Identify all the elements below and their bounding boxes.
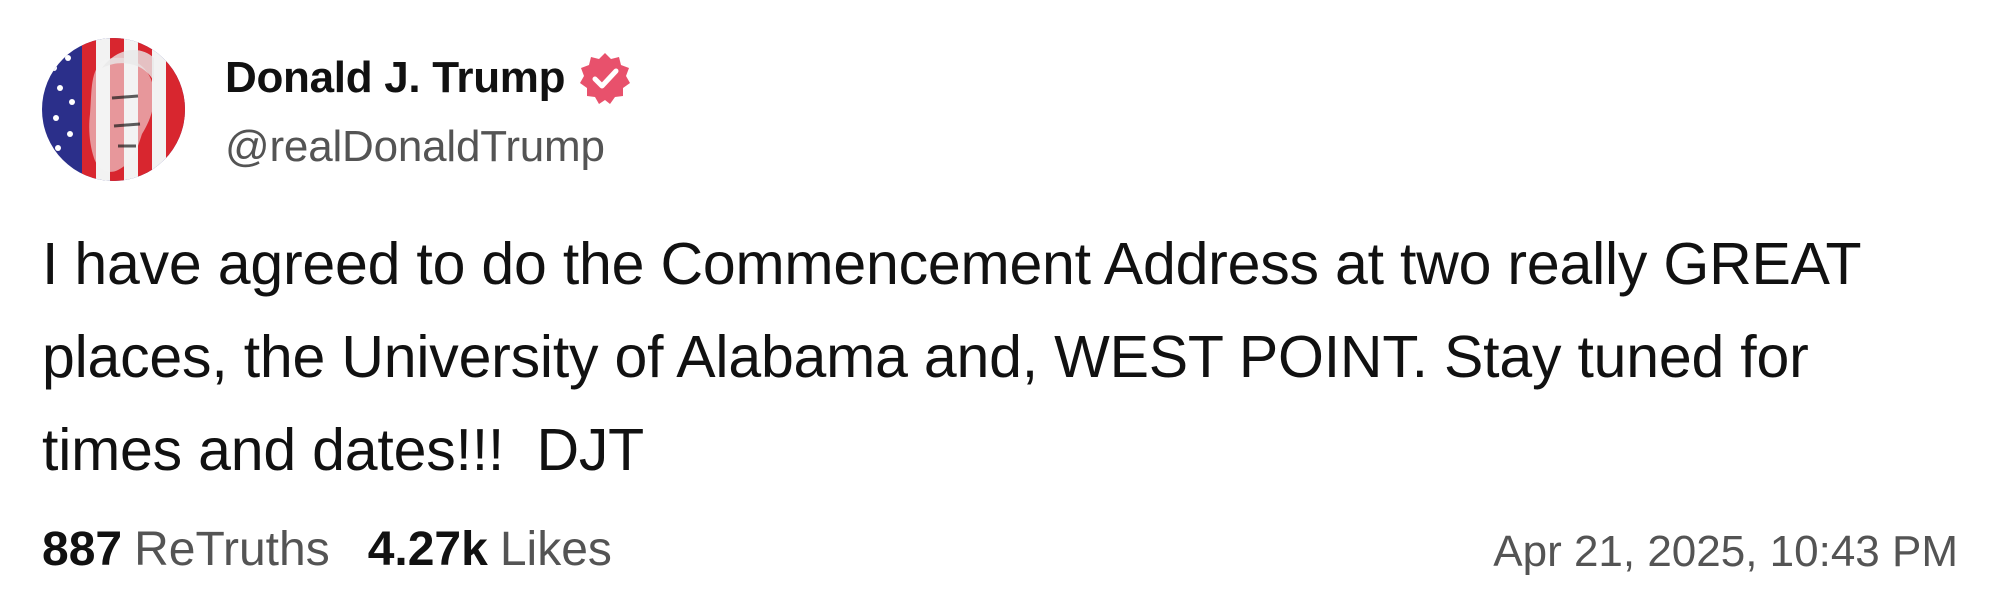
truth-post: Donald J. Trump @realDonaldTrump I have … [0, 0, 2000, 602]
author-name-row: Donald J. Trump [225, 50, 633, 106]
verified-badge-icon [577, 50, 633, 106]
avatar-image [42, 38, 185, 181]
author-display-name[interactable]: Donald J. Trump [225, 53, 566, 103]
likes-count: 4.27k [367, 523, 488, 576]
author-avatar[interactable] [42, 38, 185, 181]
post-timestamp[interactable]: Apr 21, 2025, 10:43 PM [1493, 527, 1958, 577]
post-stats: 887 ReTruths 4.27k Likes [42, 522, 612, 577]
retruths-stat[interactable]: 887 ReTruths [42, 522, 330, 577]
post-body-text: I have agreed to do the Commencement Add… [42, 231, 1877, 483]
likes-label: Likes [499, 523, 612, 576]
retruths-count: 887 [42, 523, 123, 576]
likes-stat[interactable]: 4.27k Likes [368, 522, 612, 577]
author-handle[interactable]: @realDonaldTrump [225, 122, 605, 172]
retruths-label: ReTruths [134, 523, 330, 576]
